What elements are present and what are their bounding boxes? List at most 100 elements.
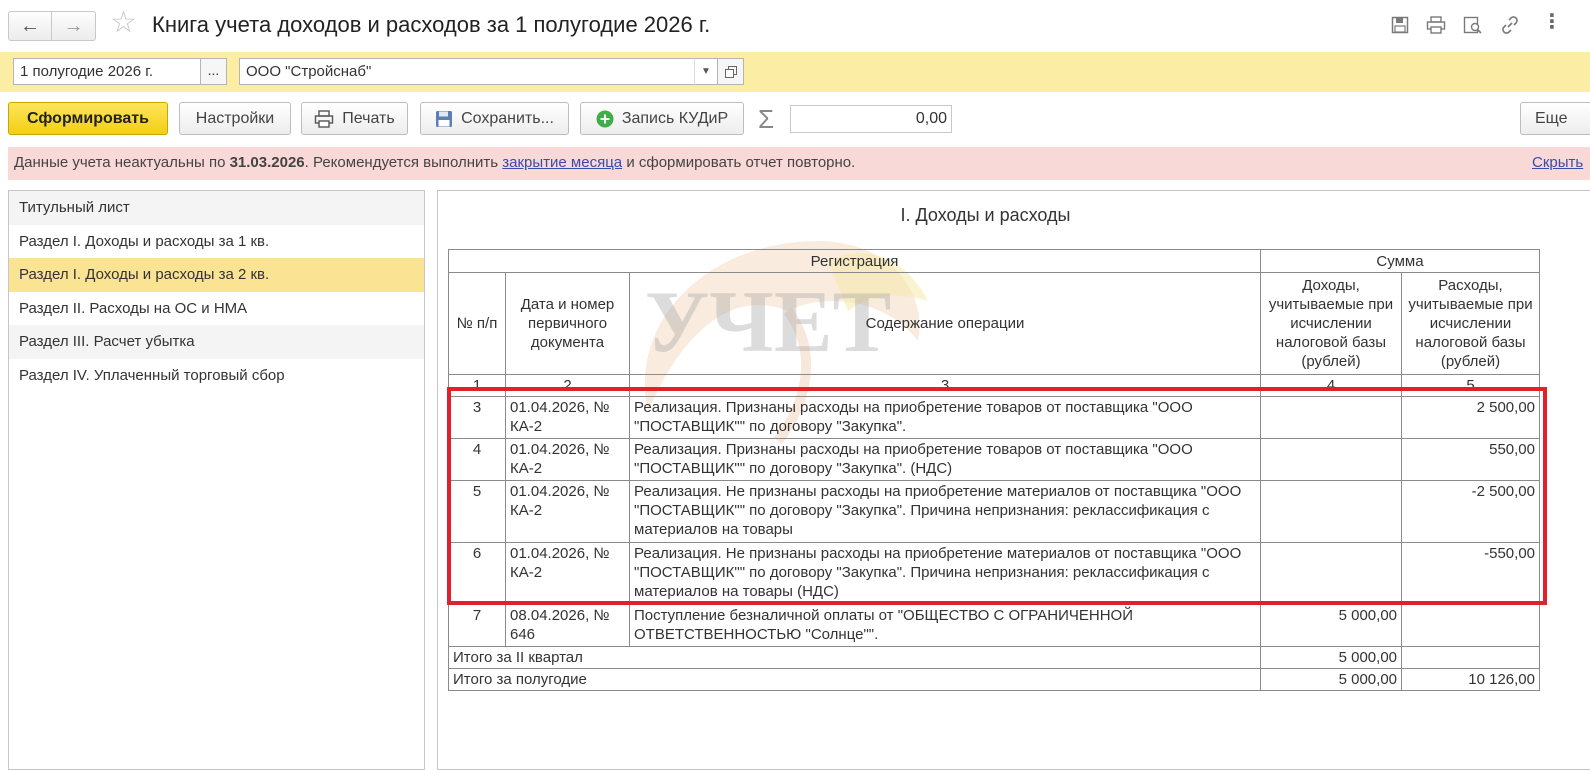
total-income: 5 000,00 [1260,646,1402,669]
print-label: Печать [342,109,395,127]
row-income [1260,542,1402,605]
row-expense [1401,604,1540,647]
row-number: 6 [448,542,506,605]
table-row[interactable]: 5 01.04.2026, № КА-2 Реализация. Не приз… [448,480,1540,543]
forward-button[interactable]: → [52,11,96,41]
column-number: 1 [448,374,506,397]
save-icon [436,110,453,127]
warning-text: и сформировать отчет повторно. [622,154,856,171]
row-expense: 2 500,00 [1401,396,1540,439]
arrow-right-icon: → [63,14,84,37]
settings-button[interactable]: Настройки [179,102,291,135]
row-content: Реализация. Признаны расходы на приобрет… [629,396,1261,439]
sum-header: Сумма [1260,249,1540,273]
report-area[interactable]: УЧЕТ I. Доходы и расходы Регистрация Сум… [437,190,1590,770]
add-icon [596,110,614,127]
preview-icon[interactable] [1462,14,1484,36]
table-row[interactable]: 4 01.04.2026, № КА-2 Реализация. Признан… [448,438,1540,481]
sections-list: Титульный лист Раздел I. Доходы и расход… [8,190,425,770]
organization-dropdown-button[interactable]: ▼ [694,58,718,85]
column-number-row: 1 2 3 4 5 [448,374,1540,397]
total-label: Итого за полугодие [448,668,1261,691]
month-closing-link[interactable]: закрытие месяца [502,154,622,171]
row-number: 7 [448,604,506,647]
row-number: 5 [448,480,506,543]
row-expense: 550,00 [1401,438,1540,481]
row-document: 01.04.2026, № КА-2 [505,396,630,439]
col-header-expense: Расходы, учитываемые при исчислении нало… [1401,272,1540,375]
save-icon[interactable] [1389,14,1411,36]
period-picker-button[interactable]: ... [201,58,227,85]
row-content: Реализация. Не признаны расходы на приоб… [629,542,1261,605]
hide-warning-link[interactable]: Скрыть [1532,154,1583,171]
more-label: Еще [1535,109,1568,127]
table-row[interactable]: 3 01.04.2026, № КА-2 Реализация. Признан… [448,396,1540,439]
row-document: 01.04.2026, № КА-2 [505,480,630,543]
sidebar-item-section-1-q2[interactable]: Раздел I. Доходы и расходы за 2 кв. [9,258,424,292]
generate-label: Сформировать [27,109,149,127]
table-row[interactable]: 7 08.04.2026, № 646 Поступление безналич… [448,604,1540,647]
save-as-button[interactable]: Сохранить... [420,102,569,135]
star-icon[interactable]: ☆ [110,8,137,38]
period-field[interactable]: 1 полугодие 2026 г. [13,58,201,85]
sidebar-item-section-2[interactable]: Раздел II. Расходы на ОС и НМА [9,292,424,326]
arrow-left-icon: ← [20,14,40,37]
row-document: 08.04.2026, № 646 [505,604,630,647]
column-number: 5 [1401,374,1540,397]
warning-text: . Рекомендуется выполнить [304,154,503,171]
chevron-down-icon: ▼ [701,66,711,77]
col-header-number: № п/п [448,272,506,375]
back-button[interactable]: ← [8,11,52,41]
warning-bar: Данные учета неактуальны по 31.03.2026. … [8,147,1590,180]
save-label: Сохранить... [461,109,554,127]
total-label: Итого за II квартал [448,646,1261,669]
row-income: 5 000,00 [1260,604,1402,647]
row-content: Реализация. Признаны расходы на приобрет… [629,438,1261,481]
more-button[interactable]: Еще [1520,102,1590,135]
page-title: Книга учета доходов и расходов за 1 полу… [152,12,711,37]
generate-button[interactable]: Сформировать [8,102,168,135]
warning-date: 31.03.2026 [229,154,305,171]
print-icon[interactable] [1425,14,1447,36]
sidebar-item-section-4[interactable]: Раздел IV. Уплаченный торговый сбор [9,359,424,393]
print-icon [315,109,334,128]
filter-bar: 1 полугодие 2026 г. ... ООО "Стройснаб" … [0,52,1590,92]
title-bar: ← → ☆ Книга учета доходов и расходов за … [0,0,1590,52]
link-icon[interactable] [1499,14,1521,36]
column-number: 4 [1260,374,1402,397]
organization-open-button[interactable] [718,58,744,85]
sigma-icon: Σ [758,104,775,134]
col-header-document: Дата и номер первичного документа [505,272,630,375]
row-income [1260,438,1402,481]
registration-header: Регистрация [448,249,1261,273]
settings-label: Настройки [195,109,275,127]
table-header-row: № п/п Дата и номер первичного документа … [448,272,1540,375]
report-title: I. Доходы и расходы [900,205,1071,225]
table-row[interactable]: 6 01.04.2026, № КА-2 Реализация. Не приз… [448,542,1540,605]
row-content: Поступление безналичной оплаты от "ОБЩЕС… [629,604,1261,647]
row-income [1260,480,1402,543]
open-window-icon [724,65,737,78]
row-number: 4 [448,438,506,481]
col-header-content: Содержание операции [629,272,1261,375]
sidebar-item-title-page[interactable]: Титульный лист [9,191,424,225]
total-income: 5 000,00 [1260,668,1402,691]
kudir-record-label: Запись КУДиР [621,109,729,127]
kudir-record-button[interactable]: Запись КУДиР [580,102,744,135]
total-row[interactable]: Итого за II квартал 5 000,00 [448,646,1540,669]
kudir-table: Регистрация Сумма № п/п Дата и номер пер… [448,249,1540,691]
table-group-header-row: Регистрация Сумма [448,249,1540,273]
sidebar-item-section-1-q1[interactable]: Раздел I. Доходы и расходы за 1 кв. [9,225,424,259]
print-button[interactable]: Печать [301,102,408,135]
total-expense [1401,646,1540,669]
total-expense: 10 126,00 [1401,668,1540,691]
row-document: 01.04.2026, № КА-2 [505,438,630,481]
organization-field[interactable]: ООО "Стройснаб" [239,58,695,85]
total-row[interactable]: Итого за полугодие 5 000,00 10 126,00 [448,668,1540,691]
row-income [1260,396,1402,439]
warning-text: Данные учета неактуальны по [14,154,230,171]
sidebar-item-section-3[interactable]: Раздел III. Расчет убытка [9,325,424,359]
row-expense: -2 500,00 [1401,480,1540,543]
more-vertical-icon[interactable]: ⋮ [1542,12,1562,32]
selected-sum-field[interactable]: 0,00 [790,105,952,133]
